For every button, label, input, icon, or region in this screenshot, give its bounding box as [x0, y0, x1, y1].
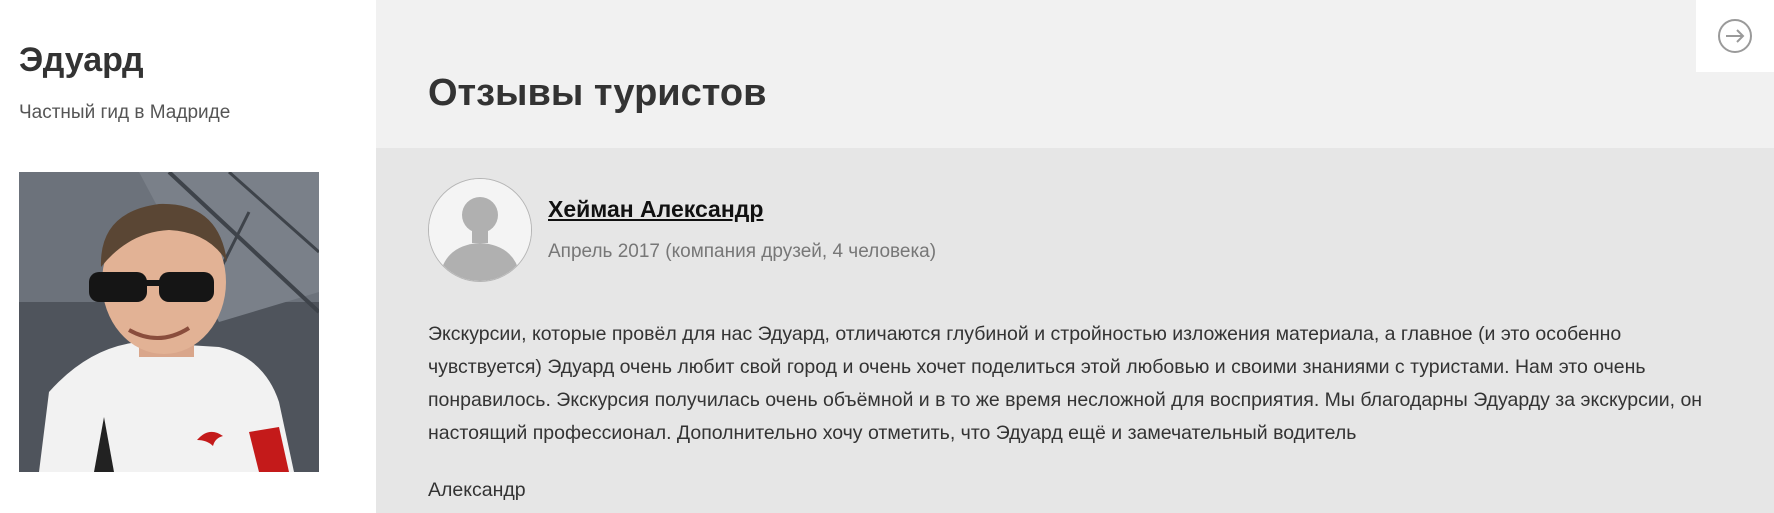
page-title: Отзывы туристов — [428, 72, 767, 114]
review-text: Экскурсии, которые провёл для нас Эдуард… — [428, 323, 1703, 444]
exit-icon — [1718, 19, 1752, 53]
exit-button[interactable] — [1696, 0, 1774, 72]
reviewer-name-link[interactable]: Хейман Александр — [548, 195, 763, 223]
review-card: Хейман Александр Апрель 2017 (компания д… — [376, 148, 1774, 513]
guide-subtitle: Частный гид в Мадриде — [19, 102, 231, 123]
review-signature: Александр — [428, 479, 526, 501]
reviewer-avatar — [428, 178, 532, 282]
default-avatar-icon — [429, 179, 531, 281]
guide-photo-image — [19, 172, 319, 472]
guide-photo — [19, 172, 319, 472]
page: Эдуард Частный гид в Мадриде Отзывы тури… — [0, 0, 1774, 513]
main-content: Отзывы туристов Хейман Александр Апрель … — [376, 0, 1774, 513]
guide-sidebar: Эдуард Частный гид в Мадриде — [0, 0, 376, 513]
review-meta: Апрель 2017 (компания друзей, 4 человека… — [548, 241, 937, 262]
guide-name: Эдуард — [19, 41, 144, 79]
